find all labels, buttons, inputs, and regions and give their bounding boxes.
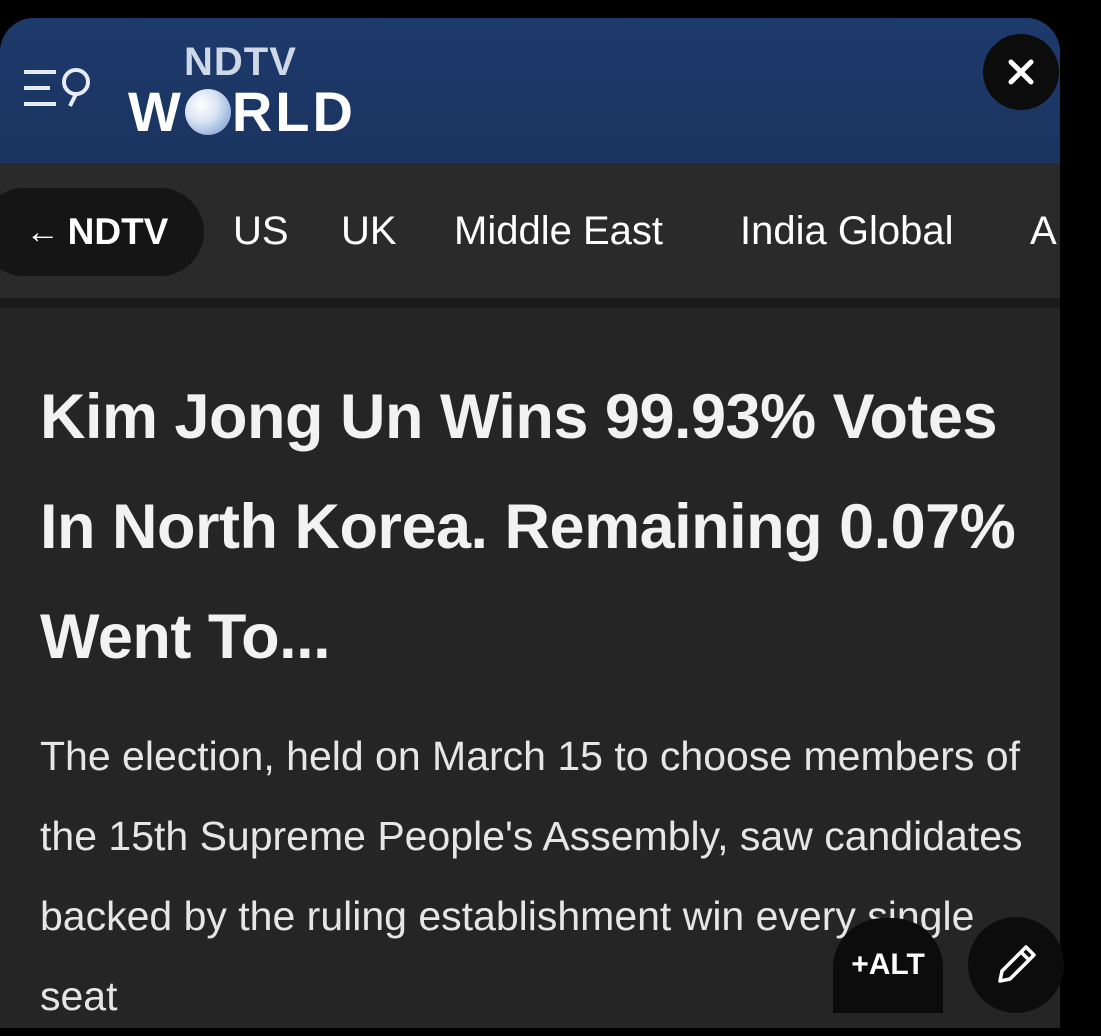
nav-item-truncated[interactable]: A [1030, 207, 1057, 255]
nav-item-middle-east[interactable]: Middle East [454, 207, 663, 255]
close-button[interactable] [983, 34, 1059, 110]
section-nav: ← NDTV US UK Middle East India Global A [0, 163, 1060, 308]
edit-image-button[interactable] [968, 917, 1064, 1013]
logo-ndtv-text: NDTV [184, 40, 297, 84]
nav-item-us[interactable]: US [233, 207, 289, 255]
close-icon [1008, 59, 1034, 85]
article-headline[interactable]: Kim Jong Un Wins 99.93% Votes In North K… [40, 362, 1030, 692]
nav-item-india-global[interactable]: India Global [740, 207, 953, 255]
ndtv-world-logo[interactable]: NDTV W RLD [128, 40, 398, 150]
top-bar: NDTV W RLD [0, 18, 1060, 163]
nav-back-label: NDTV [67, 211, 169, 252]
add-alt-text-button[interactable]: +ALT [833, 918, 943, 1013]
globe-icon [184, 89, 231, 135]
logo-world-text: W RLD [128, 80, 356, 143]
back-arrow-icon: ← [25, 212, 60, 251]
nav-item-uk[interactable]: UK [341, 207, 397, 255]
menu-search-icon[interactable] [22, 66, 98, 112]
nav-back-ndtv[interactable]: ← NDTV [0, 188, 204, 276]
pen-icon [998, 945, 1036, 983]
